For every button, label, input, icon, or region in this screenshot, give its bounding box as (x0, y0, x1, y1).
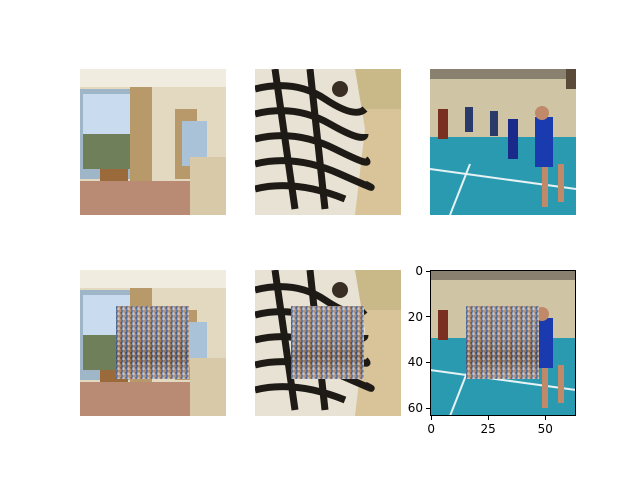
x-tick-mark (430, 416, 432, 420)
zebra-image-patched (255, 270, 401, 416)
bedroom-image (80, 69, 226, 215)
y-tick-mark (426, 361, 430, 363)
y-tick-mark (426, 407, 430, 409)
adversarial-patch (466, 306, 539, 379)
y-tick-label: 0 (415, 264, 423, 279)
y-tick-mark (426, 316, 430, 318)
y-tick-label: 20 (407, 309, 423, 324)
bedroom-scene (80, 69, 226, 215)
zebra-image (255, 69, 401, 215)
y-tick-label: 60 (407, 401, 423, 416)
basketball-image (430, 69, 576, 215)
zebra-scene (255, 69, 401, 215)
adversarial-patch (116, 306, 189, 379)
bedroom-image-patched (80, 270, 226, 416)
adversarial-patch (291, 306, 364, 379)
basketball-scene (430, 69, 576, 215)
y-tick-mark (426, 270, 430, 272)
x-tick-mark (544, 416, 546, 420)
x-tick-mark (487, 416, 489, 420)
x-tick-label: 50 (537, 422, 553, 436)
basketball-image-patched (430, 270, 576, 416)
y-tick-label: 40 (407, 355, 423, 370)
x-tick-label: 0 (427, 422, 435, 436)
x-tick-label: 25 (480, 422, 496, 436)
